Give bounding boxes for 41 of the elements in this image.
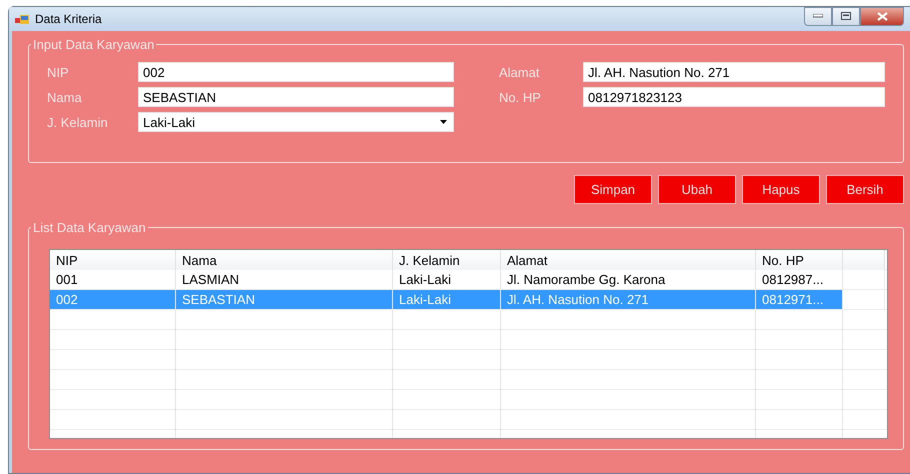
window-title: Data Kriteria	[35, 12, 103, 26]
column-header[interactable]: No. HP	[756, 250, 843, 270]
column-header[interactable]: J. Kelamin	[393, 250, 501, 270]
table-cell: 0812987...	[756, 270, 843, 289]
app-icon	[15, 14, 29, 24]
table-cell: 0812971...	[756, 290, 843, 309]
action-button[interactable]: Hapus	[742, 175, 820, 204]
text-field[interactable]: Jl. AH. Nasution No. 271	[583, 62, 885, 82]
table-cell: 001	[50, 270, 176, 289]
text-field[interactable]: 0812971823123	[583, 87, 885, 107]
dropdown[interactable]: Laki-Laki	[138, 112, 454, 132]
text-field[interactable]: 002	[138, 62, 454, 82]
table-cell: SEBASTIAN	[176, 290, 393, 309]
field-label: No. HP	[499, 90, 542, 104]
text-field[interactable]: SEBASTIAN	[138, 87, 454, 107]
field-label: J. Kelamin	[47, 114, 109, 130]
field-label: NIP	[47, 64, 70, 80]
close-icon	[876, 12, 888, 20]
column-header[interactable]: Alamat	[501, 250, 756, 270]
action-button[interactable]: Bersih	[826, 175, 904, 204]
action-button[interactable]: Ubah	[658, 175, 736, 204]
group-title: Input Data Karyawan	[32, 37, 156, 52]
minimize-icon	[813, 14, 823, 18]
minimize-button[interactable]	[804, 6, 832, 26]
caret-icon	[440, 120, 447, 124]
column-header[interactable]: Nama	[176, 250, 393, 270]
field-label: Nama	[47, 90, 83, 104]
table-cell: Laki-Laki	[393, 290, 501, 309]
close-button[interactable]	[860, 6, 904, 26]
table-cell: LASMIAN	[176, 270, 393, 289]
group-title: List Data Karyawan	[32, 220, 147, 235]
table-cell: Laki-Laki	[393, 270, 501, 289]
header-filler	[843, 250, 885, 270]
field-label: Alamat	[499, 64, 540, 80]
action-button[interactable]: Simpan	[574, 175, 652, 204]
maximize-button[interactable]	[832, 6, 860, 26]
table-cell: Jl. Namorambe Gg. Karona	[501, 270, 756, 289]
table-cell: 002	[50, 290, 176, 309]
column-header[interactable]: NIP	[50, 250, 176, 270]
maximize-icon	[841, 12, 851, 20]
table-cell: Jl. AH. Nasution No. 271	[501, 290, 756, 309]
